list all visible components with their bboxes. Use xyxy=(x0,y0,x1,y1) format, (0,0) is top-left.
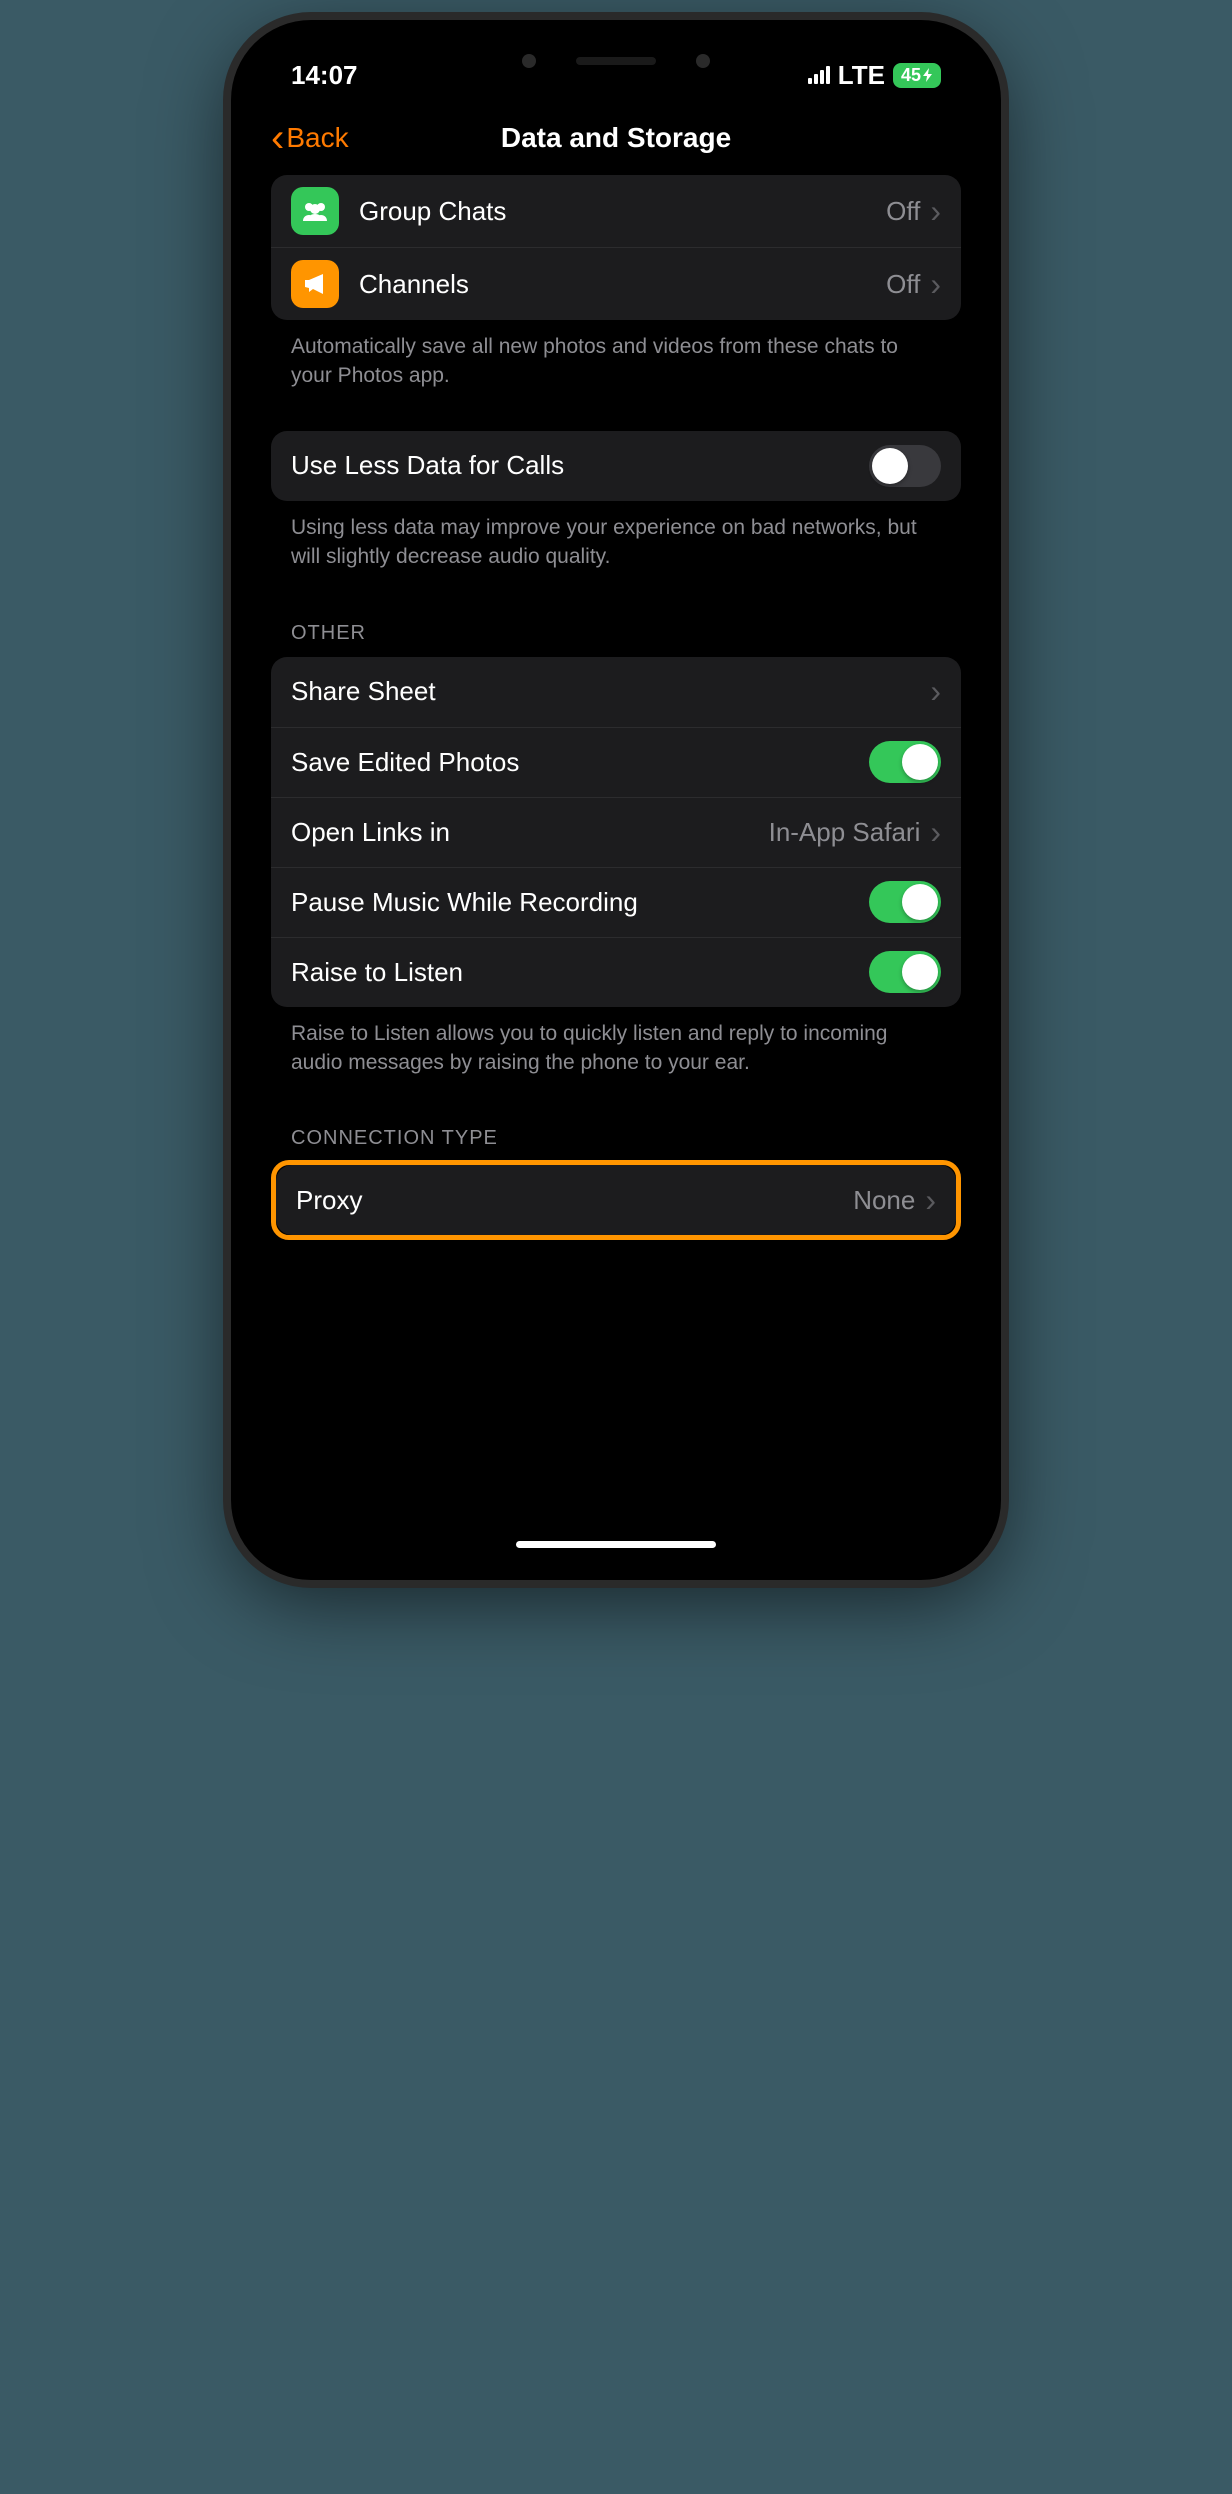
channels-row[interactable]: Channels Off › xyxy=(271,247,961,320)
save-edited-photos-toggle[interactable] xyxy=(869,741,941,783)
autosave-section: Group Chats Off › Channels Off › Automat… xyxy=(271,175,961,391)
calls-section: Use Less Data for Calls Using less data … xyxy=(271,431,961,572)
share-sheet-label: Share Sheet xyxy=(291,676,930,707)
battery-indicator: 45 xyxy=(893,63,941,88)
group-chats-value: Off xyxy=(886,196,920,227)
back-button[interactable]: ‹ Back xyxy=(271,118,349,158)
raise-to-listen-toggle[interactable] xyxy=(869,951,941,993)
share-sheet-row[interactable]: Share Sheet › xyxy=(271,657,961,727)
channels-icon xyxy=(291,260,339,308)
channels-label: Channels xyxy=(359,269,886,300)
chevron-right-icon: › xyxy=(930,266,941,303)
back-label: Back xyxy=(286,122,348,154)
chevron-right-icon: › xyxy=(930,673,941,710)
channels-value: Off xyxy=(886,269,920,300)
pause-music-row[interactable]: Pause Music While Recording xyxy=(271,867,961,937)
proxy-label: Proxy xyxy=(296,1185,853,1216)
calls-footer: Using less data may improve your experie… xyxy=(271,501,961,572)
chevron-right-icon: › xyxy=(930,193,941,230)
less-data-calls-toggle[interactable] xyxy=(869,445,941,487)
pause-music-toggle[interactable] xyxy=(869,881,941,923)
connection-header: CONNECTION TYPE xyxy=(271,1097,961,1162)
autosave-footer: Automatically save all new photos and vi… xyxy=(271,320,961,391)
other-footer: Raise to Listen allows you to quickly li… xyxy=(271,1007,961,1078)
phone-frame: 14:07 LTE 45 ‹ Back Data and Storage xyxy=(231,20,1001,1580)
other-header: OTHER xyxy=(271,592,961,657)
page-title: Data and Storage xyxy=(501,122,731,154)
save-edited-photos-row[interactable]: Save Edited Photos xyxy=(271,727,961,797)
chevron-left-icon: ‹ xyxy=(271,118,284,158)
less-data-calls-label: Use Less Data for Calls xyxy=(291,450,869,481)
status-time: 14:07 xyxy=(291,60,358,91)
less-data-calls-row[interactable]: Use Less Data for Calls xyxy=(271,431,961,501)
raise-to-listen-row[interactable]: Raise to Listen xyxy=(271,937,961,1007)
network-label: LTE xyxy=(838,60,885,91)
chevron-right-icon: › xyxy=(930,814,941,851)
proxy-row[interactable]: Proxy None › xyxy=(276,1165,956,1235)
charging-icon xyxy=(923,68,933,82)
chevron-right-icon: › xyxy=(925,1182,936,1219)
raise-to-listen-label: Raise to Listen xyxy=(291,957,869,988)
open-links-row[interactable]: Open Links in In-App Safari › xyxy=(271,797,961,867)
open-links-value: In-App Safari xyxy=(769,817,921,848)
connection-section: CONNECTION TYPE Proxy None › xyxy=(271,1097,961,1240)
content-scroll[interactable]: Group Chats Off › Channels Off › Automat… xyxy=(251,175,981,1540)
group-chats-row[interactable]: Group Chats Off › xyxy=(271,175,961,247)
save-edited-photos-label: Save Edited Photos xyxy=(291,747,869,778)
phone-notch xyxy=(476,40,756,82)
group-chats-label: Group Chats xyxy=(359,196,886,227)
open-links-label: Open Links in xyxy=(291,817,769,848)
proxy-highlight: Proxy None › xyxy=(271,1160,961,1240)
pause-music-label: Pause Music While Recording xyxy=(291,887,869,918)
signal-icon xyxy=(808,66,830,84)
group-chats-icon xyxy=(291,187,339,235)
navigation-bar: ‹ Back Data and Storage xyxy=(251,100,981,175)
screen: 14:07 LTE 45 ‹ Back Data and Storage xyxy=(251,40,981,1560)
proxy-value: None xyxy=(853,1185,915,1216)
home-indicator[interactable] xyxy=(516,1541,716,1548)
other-section: OTHER Share Sheet › Save Edited Photos O… xyxy=(271,592,961,1078)
